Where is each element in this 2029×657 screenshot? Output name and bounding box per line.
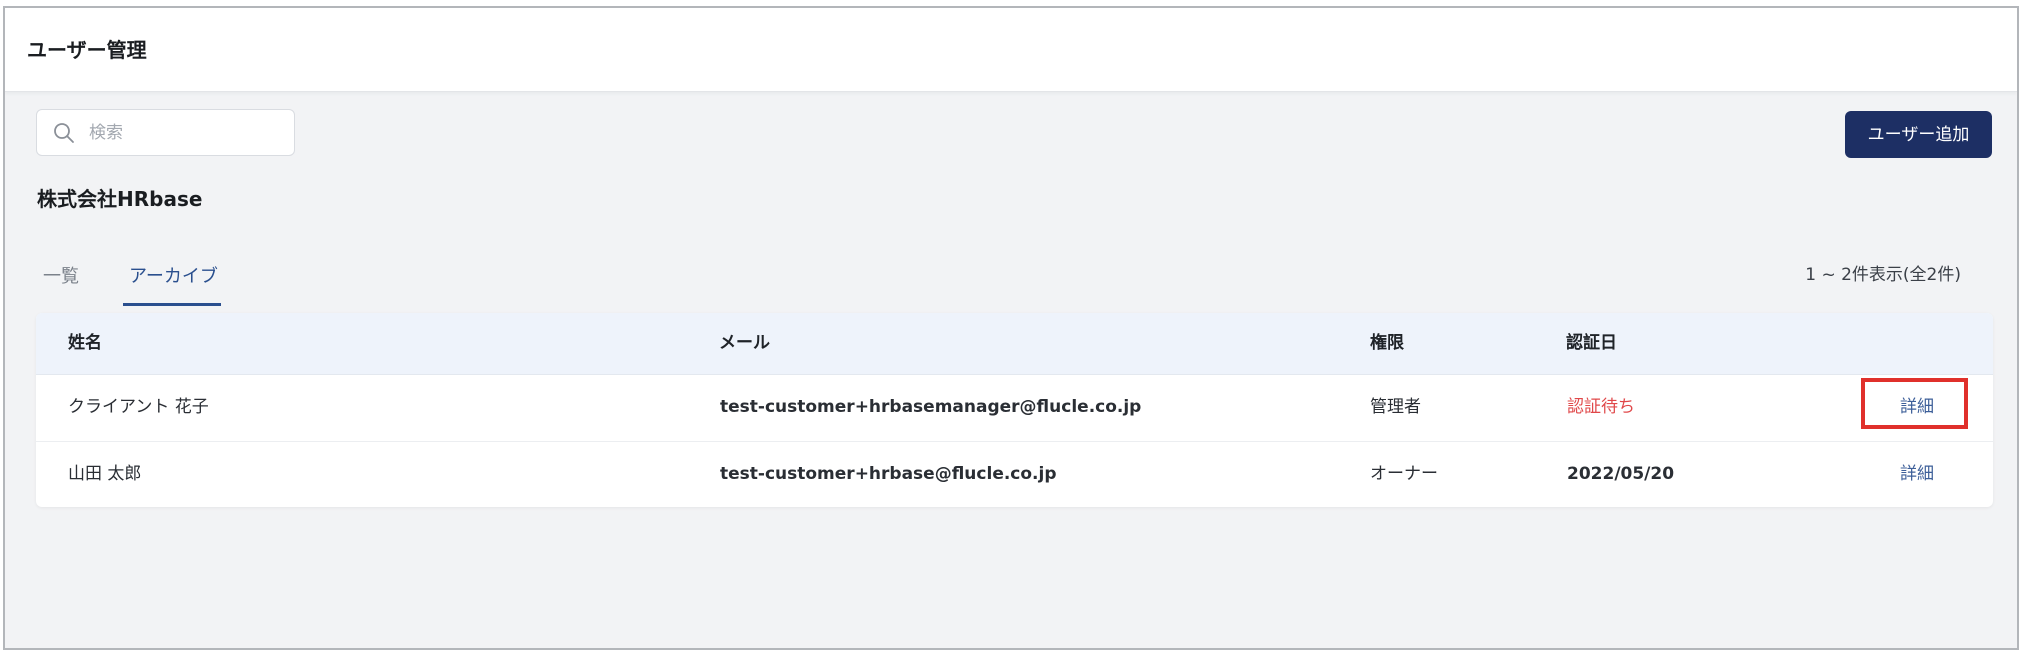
user-role: 管理者: [1370, 397, 1421, 417]
table-row: クライアント 花子 test-customer+hrbasemanager@fl…: [36, 375, 1993, 442]
user-name: クライアント 花子: [68, 397, 209, 417]
table-header: 姓名 メール 権限 認証日: [36, 313, 1993, 375]
app-window: ユーザー管理 ユーザー追加 株式会社HRbase 一覧 アーカイブ 1 ~ 2件…: [3, 6, 2019, 650]
user-email: test-customer+hrbase@flucle.co.jp: [720, 464, 1057, 484]
auth-date: 2022/05/20: [1567, 464, 1675, 484]
detail-link[interactable]: 詳細: [1900, 395, 1934, 419]
table-row: 山田 太郎 test-customer+hrbase@flucle.co.jp …: [36, 442, 1993, 507]
user-email: test-customer+hrbasemanager@flucle.co.jp: [720, 397, 1142, 417]
active-tab-indicator: [123, 303, 221, 306]
detail-link[interactable]: 詳細: [1900, 462, 1934, 486]
user-table: 姓名 メール 権限 認証日 クライアント 花子 test-customer+hr…: [36, 313, 1993, 507]
add-user-button[interactable]: ユーザー追加: [1845, 111, 1992, 158]
column-header-role: 権限: [1370, 333, 1404, 353]
search-input[interactable]: [89, 110, 284, 155]
tab-archive[interactable]: アーカイブ: [129, 265, 218, 289]
search-icon: [54, 123, 74, 143]
company-name: 株式会社HRbase: [37, 187, 203, 211]
user-role: オーナー: [1370, 464, 1438, 484]
column-header-name: 姓名: [68, 333, 102, 353]
page-header: ユーザー管理: [5, 8, 2017, 92]
column-header-email: メール: [719, 333, 770, 353]
column-header-auth-date: 認証日: [1566, 333, 1617, 353]
page-title: ユーザー管理: [27, 38, 147, 62]
auth-status-pending: 認証待ち: [1567, 397, 1635, 417]
tab-list[interactable]: 一覧: [43, 265, 79, 289]
user-name: 山田 太郎: [68, 464, 142, 484]
result-count: 1 ~ 2件表示(全2件): [1805, 265, 1961, 285]
search-box[interactable]: [36, 109, 295, 156]
